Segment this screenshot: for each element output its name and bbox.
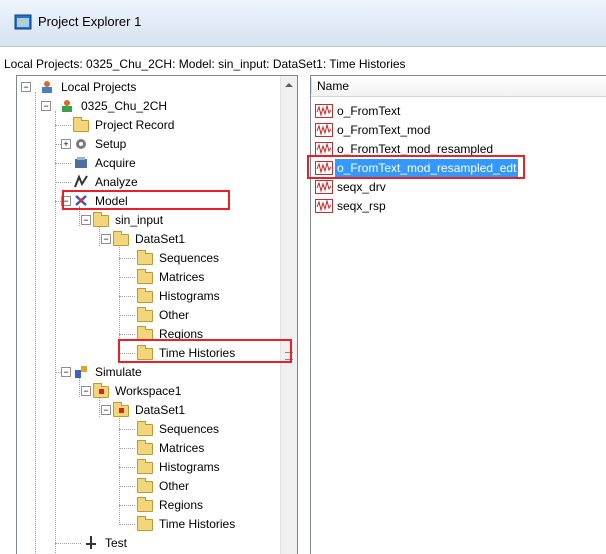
folder-icon — [137, 440, 153, 455]
tree-label: Histograms — [159, 289, 220, 303]
tree-label: sin_input — [115, 213, 164, 227]
time-history-icon — [315, 123, 333, 137]
tree-label: Project Record — [95, 118, 175, 132]
list-item-label: o_FromText — [337, 104, 401, 118]
list-header: Name — [311, 76, 606, 97]
folder-icon — [93, 212, 109, 227]
folder-icon — [137, 326, 153, 341]
tree-label: Sequences — [159, 422, 220, 436]
tree-label: Time Histories — [159, 346, 236, 360]
folder-icon — [137, 269, 153, 284]
tree-label: DataSet1 — [135, 403, 186, 417]
folder-icon — [137, 307, 153, 322]
tree-label: Matrices — [159, 441, 205, 455]
tree-label: Matrices — [159, 270, 205, 284]
workspace-folder-icon — [93, 383, 109, 398]
list-item-label: seqx_drv — [337, 180, 386, 194]
breadcrumb: Local Projects: 0325_Chu_2CH: Model: sin… — [4, 57, 406, 71]
collapse-dataset-icon[interactable]: − — [101, 234, 111, 244]
tree-label: Histograms — [159, 460, 220, 474]
simulate-icon — [75, 366, 87, 378]
tree-label: Regions — [159, 498, 204, 512]
folder-icon — [137, 459, 153, 474]
list-item-label: o_FromText_mod_resampled — [337, 142, 494, 156]
collapse-project-icon[interactable]: − — [41, 101, 51, 111]
list-item-label: o_FromText_mod_resampled_edt — [335, 159, 519, 177]
tree-label: Sequences — [159, 251, 220, 265]
folder-icon — [137, 478, 153, 493]
time-history-icon — [315, 199, 333, 213]
tree-label: Time Histories — [159, 517, 236, 531]
setup-icon — [76, 139, 86, 149]
scroll-up-icon[interactable] — [285, 83, 293, 87]
tree-label: Test — [105, 536, 128, 550]
time-history-icon — [315, 180, 333, 194]
collapse-simulate-icon[interactable]: − — [61, 367, 71, 377]
collapse-workspace-icon[interactable]: − — [81, 386, 91, 396]
dataset-folder-icon — [113, 402, 129, 417]
tree-label: Workspace1 — [115, 384, 182, 398]
analyze-icon — [74, 174, 88, 188]
window-titlebar: Project Explorer 1 — [0, 0, 606, 47]
folder-icon — [113, 231, 129, 246]
tree-label: Simulate — [95, 365, 142, 379]
folder-icon — [137, 497, 153, 512]
tree-label: Acquire — [95, 156, 136, 170]
folder-icon — [137, 288, 153, 303]
tree-label: Local Projects — [61, 80, 137, 94]
folder-icon — [137, 516, 153, 531]
time-history-icon — [315, 161, 333, 175]
file-list[interactable]: Name o_FromText o_FromText_mod o_FromTex… — [310, 75, 606, 554]
list-item-label: seqx_rsp — [337, 199, 386, 213]
collapse-sim-dataset-icon[interactable]: − — [101, 405, 111, 415]
tree-scrollbar[interactable] — [280, 76, 297, 554]
time-history-icon — [315, 142, 333, 156]
tree-label: Setup — [95, 137, 127, 151]
tree-label: Other — [159, 308, 190, 322]
scroll-grip-icon[interactable] — [285, 352, 293, 360]
window-title: Project Explorer 1 — [38, 14, 142, 29]
folder-icon — [73, 117, 89, 132]
tree-label: Other — [159, 479, 190, 493]
open-folder-icon — [137, 345, 153, 360]
list-item-label: o_FromText_mod — [337, 123, 431, 137]
project-explorer-icon — [14, 14, 32, 30]
collapse-sin-input-icon[interactable]: − — [81, 215, 91, 225]
collapse-local-projects-icon[interactable]: − — [21, 82, 31, 92]
project-icon — [62, 100, 72, 112]
column-name-header[interactable]: Name — [317, 79, 349, 93]
acquire-icon — [75, 157, 87, 168]
test-icon — [86, 536, 96, 549]
project-tree[interactable]: − Local Projects − 0325_Chu_2CH Project … — [16, 75, 298, 554]
tree-label: Regions — [159, 327, 204, 341]
tree-label: Model — [95, 194, 128, 208]
tree-label: 0325_Chu_2CH — [81, 99, 168, 113]
tree-label: DataSet1 — [135, 232, 186, 246]
local-projects-icon — [42, 81, 52, 93]
model-icon — [75, 195, 87, 206]
folder-icon — [137, 421, 153, 436]
tree-label: Analyze — [95, 175, 138, 189]
column-divider[interactable] — [311, 78, 312, 94]
collapse-model-icon[interactable]: − — [61, 196, 71, 206]
time-history-icon — [315, 104, 333, 118]
folder-icon — [137, 250, 153, 265]
expand-setup-icon[interactable]: + — [61, 139, 71, 149]
